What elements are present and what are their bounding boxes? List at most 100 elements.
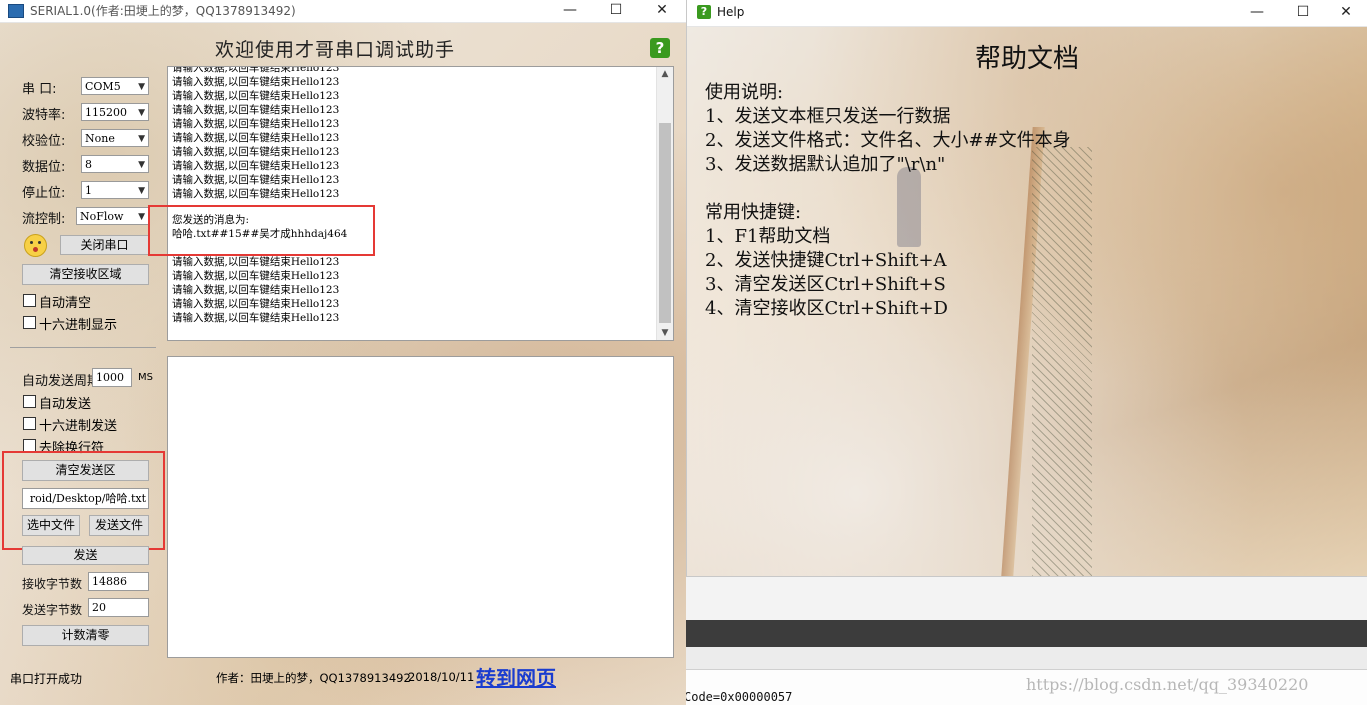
hex-send-checkbox[interactable] bbox=[23, 417, 36, 430]
receive-line: 请输入数据,以回车键结束Hello123 bbox=[172, 298, 340, 310]
parity-value: None bbox=[85, 132, 115, 145]
auto-clear-checkbox[interactable] bbox=[23, 294, 36, 307]
highlight-file-box bbox=[2, 451, 165, 550]
divider bbox=[10, 347, 156, 348]
stopbits-label: 停止位: bbox=[22, 186, 66, 201]
close-port-button[interactable]: 关闭串口 bbox=[60, 235, 149, 255]
minimize-button[interactable]: — bbox=[547, 0, 593, 22]
port-value: COM5 bbox=[85, 80, 121, 93]
help-window-title: Help bbox=[717, 5, 745, 19]
help-heading: 帮助文档 bbox=[975, 44, 1080, 74]
flow-label: 流控制: bbox=[22, 212, 66, 227]
help-line: 2、发送快捷键Ctrl+Shift+A bbox=[705, 250, 947, 271]
clear-receive-button[interactable]: 清空接收区域 bbox=[22, 264, 149, 285]
parity-label: 校验位: bbox=[22, 134, 66, 149]
receive-scrollbar[interactable]: ▲ ▼ bbox=[656, 67, 673, 340]
highlight-message-box bbox=[148, 205, 375, 256]
help-line: 常用快捷键: bbox=[705, 202, 802, 223]
baud-value: 115200 bbox=[85, 106, 127, 119]
close-button[interactable]: ✕ bbox=[639, 0, 685, 22]
chevron-down-icon: ▼ bbox=[138, 82, 145, 92]
author-text: 作者：田埂上的梦，QQ1378913492 bbox=[216, 671, 411, 685]
auto-send-checkbox[interactable] bbox=[23, 395, 36, 408]
receive-line: 请输入数据,以回车键结束Hello123 bbox=[172, 146, 340, 158]
stopbits-select[interactable]: 1 ▼ bbox=[81, 181, 149, 199]
help-app-icon: ? bbox=[697, 5, 711, 19]
hex-display-checkbox[interactable] bbox=[23, 316, 36, 329]
help-icon[interactable]: ? bbox=[650, 38, 670, 58]
baud-select[interactable]: 115200 ▼ bbox=[81, 103, 149, 121]
clear-count-button[interactable]: 计数清零 bbox=[22, 625, 149, 646]
image-fence bbox=[1032, 147, 1092, 576]
goto-webpage-link[interactable]: 转到网页 bbox=[476, 662, 556, 691]
scroll-down-icon[interactable]: ▼ bbox=[657, 328, 673, 338]
send-bytes-label: 发送字节数 bbox=[22, 603, 83, 617]
background-light-bar bbox=[686, 647, 1367, 670]
receive-line: 请输入数据,以回车键结束Hello123 bbox=[172, 90, 340, 102]
receive-line: 请输入数据,以回车键结束Hello123 bbox=[172, 270, 340, 282]
help-line: 4、清空接收区Ctrl+Shift+D bbox=[705, 298, 948, 319]
help-window: ? Help — ☐ ✕ 帮助文档 使用说明: 1、发送文本框只发送一行数据 2、发… bbox=[686, 0, 1367, 577]
scroll-up-icon[interactable]: ▲ bbox=[657, 69, 673, 79]
recv-bytes-label: 接收字节数 bbox=[22, 577, 83, 591]
serial-window: SERIAL1.0(作者:田埂上的梦，QQ1378913492) — ☐ ✕ 欢… bbox=[0, 0, 686, 705]
auto-send-unit: MS bbox=[138, 372, 153, 383]
hex-display-label: 十六进制显示 bbox=[39, 318, 118, 333]
help-line: 使用说明: bbox=[705, 82, 784, 103]
help-line: 2、发送文件格式：文件名、大小##文件本身 bbox=[705, 130, 1071, 151]
help-line: 3、清空发送区Ctrl+Shift+S bbox=[705, 274, 946, 295]
port-select[interactable]: COM5 ▼ bbox=[81, 77, 149, 95]
receive-line: 请输入数据,以回车键结束Hello123 bbox=[172, 312, 340, 324]
help-titlebar[interactable]: ? Help — ☐ ✕ bbox=[687, 0, 1367, 27]
date-text: 2018/10/11 bbox=[408, 670, 475, 684]
send-textarea[interactable] bbox=[167, 356, 674, 658]
port-label: 串 口: bbox=[22, 82, 57, 97]
chevron-down-icon: ▼ bbox=[138, 134, 145, 144]
receive-line: 请输入数据,以回车键结束Hello123 bbox=[172, 174, 340, 186]
auto-send-label: 自动发送 bbox=[39, 397, 92, 412]
help-minimize-button[interactable]: — bbox=[1234, 2, 1280, 24]
auto-send-period-input[interactable]: 1000 bbox=[92, 368, 132, 387]
maximize-button[interactable]: ☐ bbox=[593, 0, 639, 22]
receive-line: 请输入数据,以回车键结束Hello123 bbox=[172, 104, 340, 116]
chevron-down-icon: ▼ bbox=[138, 186, 145, 196]
hex-send-label: 十六进制发送 bbox=[39, 419, 118, 434]
serial-titlebar[interactable]: SERIAL1.0(作者:田埂上的梦，QQ1378913492) — ☐ ✕ bbox=[0, 0, 686, 23]
help-line: 3、发送数据默认追加了"\r\n" bbox=[705, 154, 946, 175]
chevron-down-icon: ▼ bbox=[138, 160, 145, 170]
help-line: 1、F1帮助文档 bbox=[705, 226, 831, 247]
receive-line: 请输入数据,以回车键结束Hello123 bbox=[172, 160, 340, 172]
status-text: 串口打开成功 bbox=[10, 672, 83, 686]
receive-line: 请输入数据,以回车键结束Hello123 bbox=[172, 66, 340, 74]
code-text: Code=0x00000057 bbox=[684, 690, 793, 704]
send-bytes-value: 20 bbox=[88, 598, 149, 617]
receive-textarea[interactable]: 请输入数据,以回车键结束Hello123 请输入数据,以回车键结束Hello123… bbox=[167, 66, 674, 341]
help-close-button[interactable]: ✕ bbox=[1323, 2, 1367, 24]
image-person bbox=[897, 167, 921, 247]
background-area bbox=[686, 577, 1367, 620]
recv-bytes-value: 14886 bbox=[88, 572, 149, 591]
app-icon bbox=[8, 4, 24, 18]
serial-window-title: SERIAL1.0(作者:田埂上的梦，QQ1378913492) bbox=[30, 4, 296, 18]
auto-clear-label: 自动清空 bbox=[39, 296, 92, 311]
receive-line: 请输入数据,以回车键结束Hello123 bbox=[172, 256, 340, 268]
databits-label: 数据位: bbox=[22, 160, 66, 175]
receive-line: 请输入数据,以回车键结束Hello123 bbox=[172, 76, 340, 88]
flow-select[interactable]: NoFlow ▼ bbox=[76, 207, 149, 225]
help-line: 1、发送文本框只发送一行数据 bbox=[705, 106, 951, 127]
main-title: 欢迎使用才哥串口调试助手 bbox=[215, 39, 456, 61]
auto-send-period-label: 自动发送周期 bbox=[22, 374, 101, 389]
scroll-thumb[interactable] bbox=[659, 123, 671, 323]
receive-line: 请输入数据,以回车键结束Hello123 bbox=[172, 188, 340, 200]
baud-label: 波特率: bbox=[22, 108, 66, 123]
chevron-down-icon: ▼ bbox=[138, 212, 145, 222]
receive-line: 请输入数据,以回车键结束Hello123 bbox=[172, 118, 340, 130]
databits-select[interactable]: 8 ▼ bbox=[81, 155, 149, 173]
help-maximize-button[interactable]: ☐ bbox=[1280, 2, 1326, 24]
databits-value: 8 bbox=[85, 158, 92, 171]
background-dark-bar bbox=[686, 620, 1367, 647]
parity-select[interactable]: None ▼ bbox=[81, 129, 149, 147]
watermark: https://blog.csdn.net/qq_39340220 bbox=[1026, 675, 1309, 694]
send-button[interactable]: 发送 bbox=[22, 546, 149, 565]
smiley-icon bbox=[24, 234, 47, 257]
